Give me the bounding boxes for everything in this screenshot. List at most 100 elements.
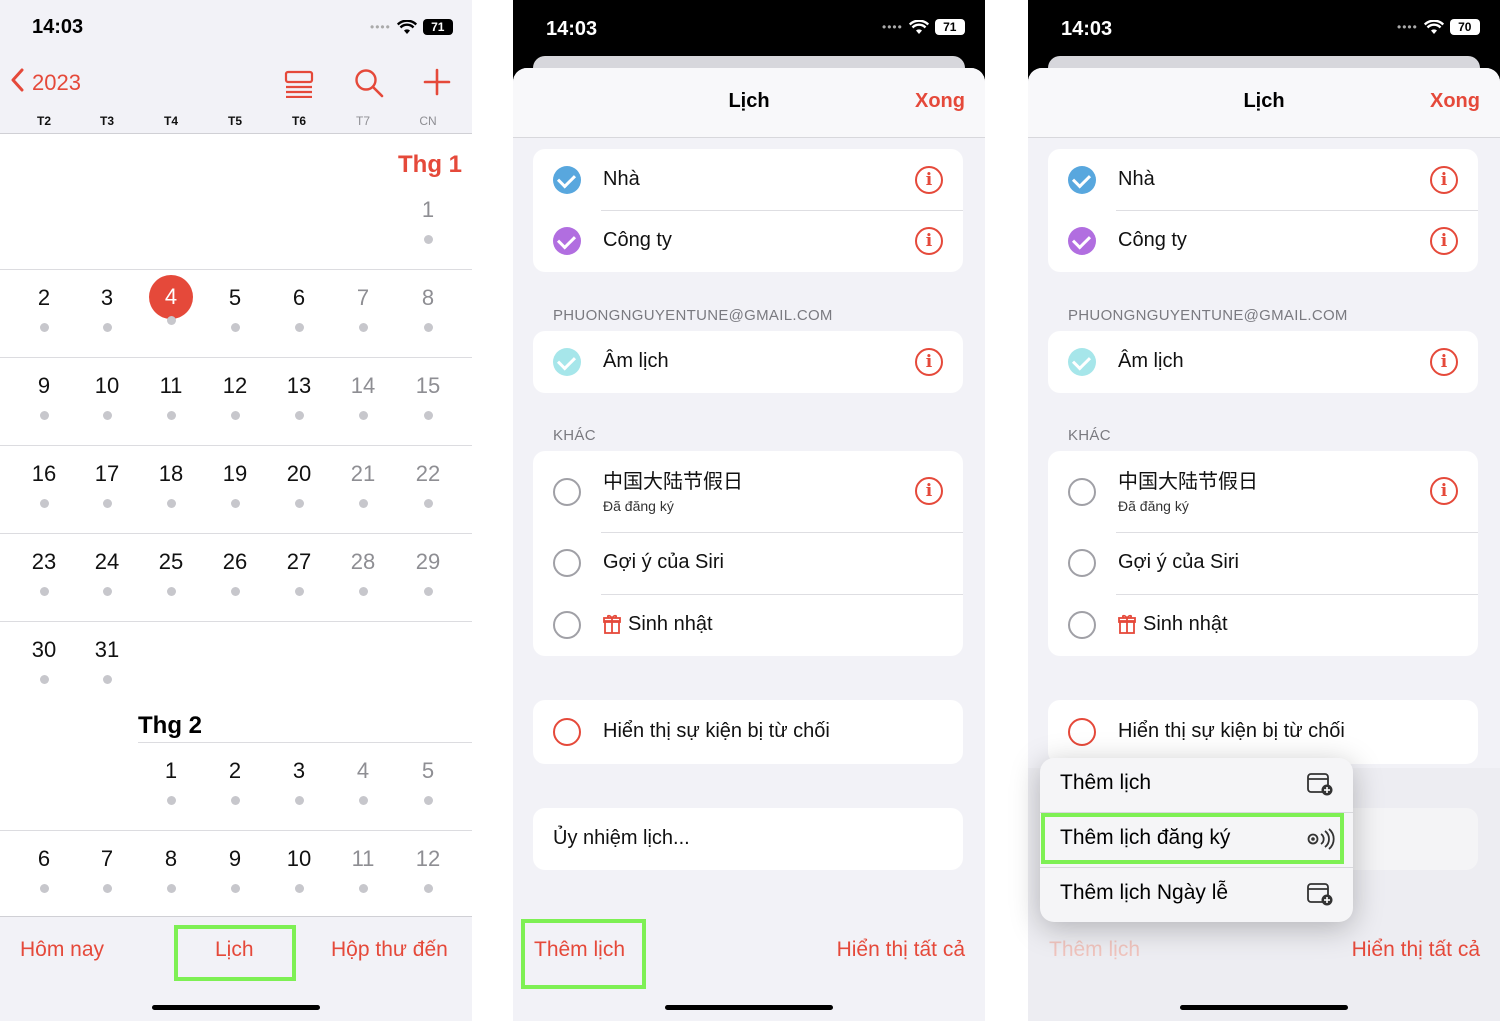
done-button[interactable]: Xong — [915, 90, 965, 113]
day-cell[interactable]: 21 — [333, 461, 393, 508]
day-cell[interactable]: 24 — [77, 549, 137, 596]
calendar-row-siri[interactable]: Gợi ý của Siri — [1048, 532, 1478, 594]
day-cell[interactable]: 22 — [398, 461, 458, 508]
check-icon[interactable] — [1068, 227, 1096, 255]
calendars-tab[interactable]: Lịch — [215, 938, 254, 962]
show-declined-row[interactable]: Hiển thị sự kiện bị từ chối — [533, 700, 963, 762]
day-cell[interactable]: 1 — [398, 197, 458, 244]
day-cell[interactable]: 2 — [14, 285, 74, 332]
add-calendar-button[interactable]: Thêm lịch — [534, 938, 625, 962]
today-tab[interactable]: Hôm nay — [20, 938, 104, 962]
info-icon[interactable]: i — [1430, 477, 1458, 505]
day-cell[interactable]: 27 — [269, 549, 329, 596]
info-icon[interactable]: i — [1430, 227, 1458, 255]
day-cell[interactable]: 6 — [14, 846, 74, 893]
delegate-row[interactable]: Ủy nhiệm lịch... — [533, 808, 963, 870]
calendar-row-birthdays[interactable]: Sinh nhật — [533, 594, 963, 656]
gmail-group: Âm lịch i — [1048, 331, 1478, 393]
check-icon[interactable] — [553, 478, 581, 506]
day-cell[interactable]: 12 — [205, 373, 265, 420]
check-icon[interactable] — [1068, 718, 1096, 746]
info-icon[interactable]: i — [915, 166, 943, 194]
day-cell[interactable]: 20 — [269, 461, 329, 508]
day-cell[interactable]: 5 — [398, 758, 458, 805]
calendar-row-china-holidays[interactable]: 中国大陆节假日 Đã đăng ký i — [1048, 451, 1478, 532]
back-to-year-button[interactable]: 2023 — [10, 68, 81, 98]
add-event-icon[interactable] — [423, 68, 451, 103]
calendar-row-home[interactable]: Nhà i — [533, 149, 963, 211]
day-cell[interactable]: 12 — [398, 846, 458, 893]
day-cell[interactable]: 4 — [141, 275, 201, 325]
check-icon[interactable] — [1068, 166, 1096, 194]
day-cell[interactable]: 7 — [333, 285, 393, 332]
day-cell[interactable]: 9 — [205, 846, 265, 893]
calendar-row-home[interactable]: Nhà i — [1048, 149, 1478, 211]
info-icon[interactable]: i — [1430, 348, 1458, 376]
day-cell[interactable]: 3 — [77, 285, 137, 332]
show-all-button[interactable]: Hiển thị tất cả — [837, 938, 965, 962]
info-icon[interactable]: i — [915, 477, 943, 505]
info-icon[interactable]: i — [915, 227, 943, 255]
menu-item-add-calendar[interactable]: Thêm lịch — [1040, 758, 1353, 812]
delegate-group: Ủy nhiệm lịch... — [533, 808, 963, 870]
calendar-row-lunar[interactable]: Âm lịch i — [1048, 331, 1478, 393]
day-cell[interactable]: 19 — [205, 461, 265, 508]
day-cell[interactable]: 23 — [14, 549, 74, 596]
day-cell[interactable]: 8 — [398, 285, 458, 332]
calendar-label: 中国大陆节假日 — [603, 471, 743, 493]
calendar-row-china-holidays[interactable]: 中国大陆节假日 Đã đăng ký i — [533, 451, 963, 532]
day-cell[interactable]: 8 — [141, 846, 201, 893]
calendar-row-work[interactable]: Công ty i — [1048, 210, 1478, 272]
show-declined-row[interactable]: Hiển thị sự kiện bị từ chối — [1048, 700, 1478, 762]
day-cell[interactable]: 31 — [77, 637, 137, 684]
day-cell[interactable]: 4 — [333, 758, 393, 805]
check-icon[interactable] — [553, 549, 581, 577]
day-cell[interactable]: 7 — [77, 846, 137, 893]
search-icon[interactable] — [354, 68, 384, 105]
day-cell[interactable]: 28 — [333, 549, 393, 596]
day-cell[interactable]: 16 — [14, 461, 74, 508]
day-cell[interactable]: 25 — [141, 549, 201, 596]
day-cell[interactable]: 18 — [141, 461, 201, 508]
day-cell[interactable]: 13 — [269, 373, 329, 420]
day-cell[interactable]: 2 — [205, 758, 265, 805]
day-cell[interactable]: 3 — [269, 758, 329, 805]
day-number: 2 — [228, 758, 242, 783]
check-icon[interactable] — [553, 348, 581, 376]
add-calendar-button[interactable]: Thêm lịch — [1049, 938, 1140, 962]
day-cell[interactable]: 9 — [14, 373, 74, 420]
calendar-row-lunar[interactable]: Âm lịch i — [533, 331, 963, 393]
check-icon[interactable] — [553, 166, 581, 194]
calendar-row-birthdays[interactable]: Sinh nhật — [1048, 594, 1478, 656]
day-cell[interactable]: 10 — [269, 846, 329, 893]
day-cell[interactable]: 11 — [333, 846, 393, 893]
day-cell[interactable]: 14 — [333, 373, 393, 420]
day-cell[interactable]: 11 — [141, 373, 201, 420]
menu-item-add-holiday-calendar[interactable]: Thêm lịch Ngày lễ — [1040, 868, 1353, 922]
check-icon[interactable] — [1068, 478, 1096, 506]
day-number: 9 — [37, 373, 51, 398]
day-cell[interactable]: 1 — [141, 758, 201, 805]
day-cell[interactable]: 26 — [205, 549, 265, 596]
calendar-row-siri[interactable]: Gợi ý của Siri — [533, 532, 963, 594]
day-cell[interactable]: 17 — [77, 461, 137, 508]
inbox-tab[interactable]: Hộp thư đến — [331, 938, 448, 962]
calendar-row-work[interactable]: Công ty i — [533, 210, 963, 272]
day-cell[interactable]: 6 — [269, 285, 329, 332]
done-button[interactable]: Xong — [1430, 90, 1480, 113]
day-cell[interactable]: 5 — [205, 285, 265, 332]
info-icon[interactable]: i — [1430, 166, 1458, 194]
info-icon[interactable]: i — [915, 348, 943, 376]
list-view-icon[interactable] — [284, 70, 314, 105]
day-cell[interactable]: 30 — [14, 637, 74, 684]
check-icon[interactable] — [1068, 611, 1096, 639]
day-cell[interactable]: 29 — [398, 549, 458, 596]
check-icon[interactable] — [553, 611, 581, 639]
check-icon[interactable] — [1068, 348, 1096, 376]
check-icon[interactable] — [1068, 549, 1096, 577]
show-all-button[interactable]: Hiển thị tất cả — [1352, 938, 1480, 962]
check-icon[interactable] — [553, 227, 581, 255]
day-cell[interactable]: 15 — [398, 373, 458, 420]
day-cell[interactable]: 10 — [77, 373, 137, 420]
check-icon[interactable] — [553, 718, 581, 746]
